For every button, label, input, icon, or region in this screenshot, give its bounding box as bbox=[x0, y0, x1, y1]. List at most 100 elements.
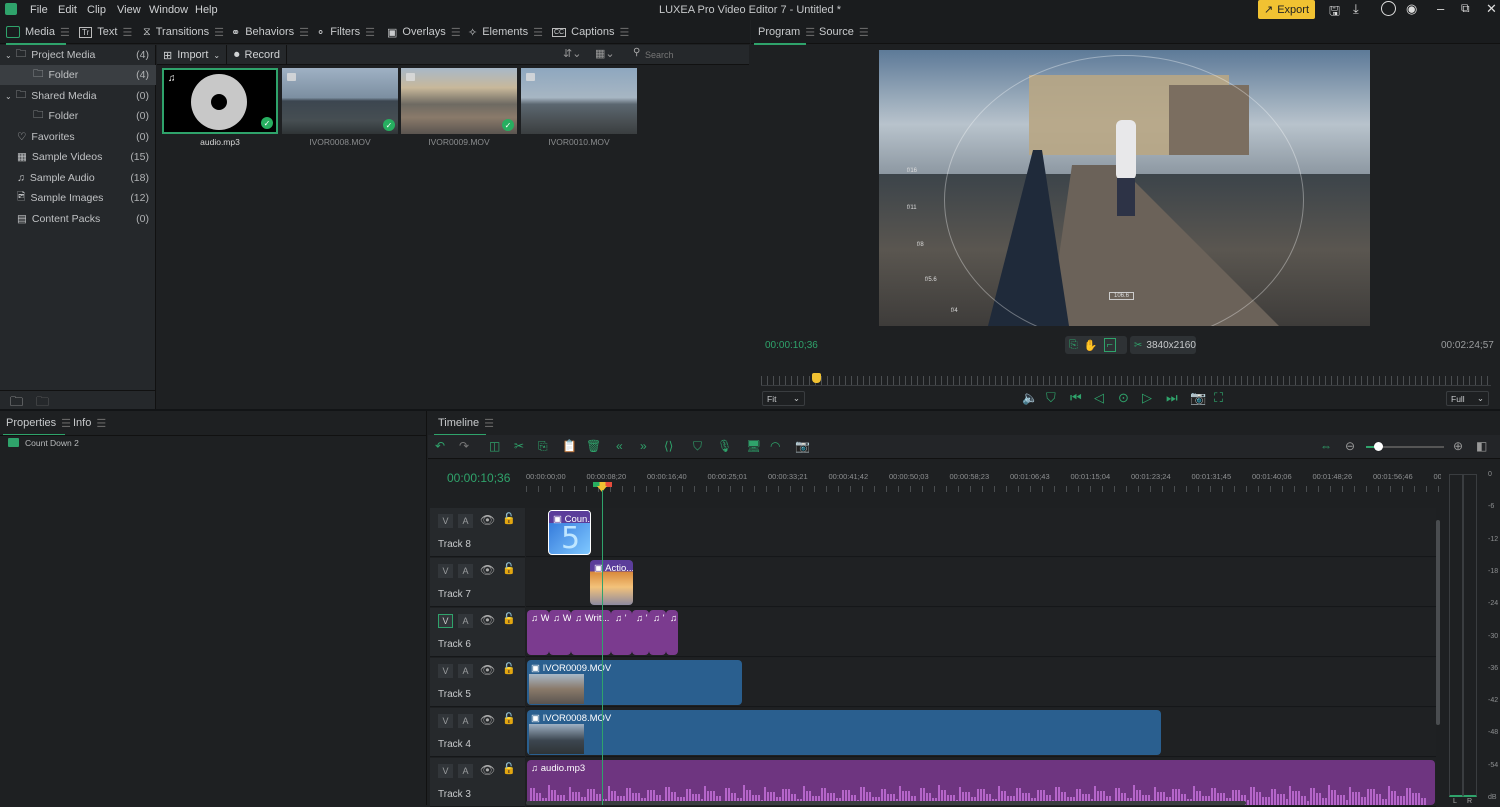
eye-icon[interactable]: 👁 bbox=[480, 663, 495, 677]
video-clip[interactable]: ▣ IVOR0009.MOV bbox=[527, 660, 742, 705]
audio-clip[interactable]: ♫ ' bbox=[632, 610, 649, 655]
media-thumb-ivor0009[interactable]: ✓ bbox=[401, 68, 517, 134]
chevron-down-icon[interactable]: ⌄ bbox=[5, 92, 12, 101]
library-item-sample-images[interactable]: 🖻 Sample Images (12) bbox=[0, 188, 156, 208]
overlay-clip[interactable]: ▣ Actio... bbox=[590, 560, 633, 605]
trim-end-icon[interactable]: » bbox=[640, 439, 656, 455]
video-toggle-button[interactable]: V bbox=[438, 714, 453, 728]
lock-icon[interactable]: 🔓 bbox=[502, 612, 516, 625]
library-item-sample-audio[interactable]: ♫ Sample Audio (18) bbox=[0, 168, 156, 188]
library-item-favorites[interactable]: ♡ Favorites (0) bbox=[0, 127, 156, 147]
play-icon[interactable]: ⊙ bbox=[1118, 390, 1129, 406]
audio-toggle-button[interactable]: A bbox=[458, 764, 473, 778]
eye-icon[interactable]: 👁 bbox=[480, 513, 495, 527]
snap-icon[interactable]: ⎘ bbox=[1069, 339, 1078, 352]
video-clip[interactable]: ▣ IVOR0008.MOV bbox=[527, 710, 1161, 755]
tab-filters[interactable]: ⚬ Filters ☰ bbox=[316, 20, 375, 44]
eye-icon[interactable]: 👁 bbox=[480, 613, 495, 627]
delete-icon[interactable]: 🗑 bbox=[586, 439, 602, 455]
tab-info[interactable]: Info ☰ bbox=[73, 411, 106, 435]
tab-program[interactable]: Program ☰ bbox=[754, 20, 815, 45]
screen-record-icon[interactable]: 🖥 bbox=[746, 439, 762, 455]
search-input[interactable] bbox=[645, 47, 745, 62]
hand-icon[interactable]: ✋ bbox=[1084, 339, 1098, 352]
menu-file[interactable]: File bbox=[30, 4, 48, 16]
tab-properties[interactable]: Properties ☰ bbox=[3, 411, 71, 436]
menu-icon[interactable]: ☰ bbox=[214, 26, 224, 39]
chevron-down-icon[interactable]: ⌄ bbox=[5, 51, 12, 60]
marker-icon[interactable]: ⛉ bbox=[1046, 390, 1056, 406]
zoom-in-icon[interactable]: ⊕ bbox=[1453, 439, 1469, 455]
video-toggle-button[interactable]: V bbox=[438, 764, 453, 778]
lock-icon[interactable]: 🔓 bbox=[502, 512, 516, 525]
lock-icon[interactable]: 🔓 bbox=[502, 762, 516, 775]
copy-icon[interactable]: ⎘ bbox=[538, 439, 554, 455]
tab-timeline[interactable]: Timeline ☰ bbox=[434, 411, 494, 436]
eye-icon[interactable]: 👁 bbox=[480, 763, 495, 777]
speed-icon[interactable]: ◠ bbox=[770, 439, 786, 455]
record-button[interactable]: ⏺ Record bbox=[228, 45, 287, 65]
sort-icon[interactable]: ⇵⌄ bbox=[563, 47, 581, 60]
undo-icon[interactable]: ↶ bbox=[435, 439, 451, 455]
trim-start-icon[interactable]: « bbox=[616, 439, 632, 455]
audio-clip[interactable]: ♫ bbox=[666, 610, 678, 655]
tab-transitions[interactable]: ⧖ Transitions ☰ bbox=[143, 20, 224, 44]
eye-icon[interactable]: 👁 bbox=[480, 713, 495, 727]
export-button[interactable]: ↗ Export bbox=[1258, 0, 1315, 19]
minimize-icon[interactable]: – bbox=[1437, 1, 1444, 16]
audio-toggle-button[interactable]: A bbox=[458, 564, 473, 578]
video-toggle-button[interactable]: V bbox=[438, 614, 453, 628]
library-item-shared-media[interactable]: ⌄ 🗀 Shared Media (0) bbox=[0, 86, 156, 106]
split-icon[interactable]: ◫ bbox=[489, 439, 505, 455]
cut-icon[interactable]: ✂ bbox=[514, 439, 530, 455]
audio-clip[interactable]: ♫ ' bbox=[649, 610, 666, 655]
close-icon[interactable]: ✕ bbox=[1486, 1, 1497, 17]
ripple-icon[interactable]: ⟨⟩ bbox=[664, 439, 680, 455]
menu-icon[interactable]: ☰ bbox=[484, 417, 494, 430]
audio-toggle-button[interactable]: A bbox=[458, 714, 473, 728]
lock-icon[interactable]: 🔓 bbox=[502, 662, 516, 675]
freeze-frame-icon[interactable]: 📷 bbox=[795, 439, 811, 455]
video-toggle-button[interactable]: V bbox=[438, 564, 453, 578]
menu-edit[interactable]: Edit bbox=[58, 4, 77, 16]
zoom-out-icon[interactable]: ⊖ bbox=[1345, 439, 1361, 455]
step-forward-icon[interactable]: ▷ bbox=[1142, 390, 1152, 406]
horizontal-scrollbar[interactable] bbox=[526, 801, 1246, 805]
tab-source[interactable]: Source ☰ bbox=[819, 20, 869, 44]
menu-icon[interactable]: ☰ bbox=[805, 26, 815, 39]
program-video-frame[interactable]: f/16 f/11 f/8 f/5.6 f/4 106.6 bbox=[879, 50, 1370, 326]
fit-timeline-icon[interactable]: ⇔ bbox=[1320, 439, 1336, 455]
menu-icon[interactable]: ☰ bbox=[620, 26, 630, 39]
menu-icon[interactable]: ☰ bbox=[122, 26, 132, 39]
snapshot-icon[interactable]: 📷 bbox=[1190, 390, 1206, 406]
tab-media[interactable]: Media ☰ bbox=[6, 20, 70, 45]
zoom-slider-knob[interactable] bbox=[1373, 442, 1383, 451]
track-lane[interactable] bbox=[526, 558, 1436, 607]
library-item-folder[interactable]: 🗀 Folder (4) bbox=[0, 65, 156, 85]
media-thumb-audio[interactable]: ♫ ✓ bbox=[162, 68, 278, 134]
tab-text[interactable]: Tr Text ☰ bbox=[79, 20, 132, 44]
audio-clip[interactable]: ♫ ' bbox=[611, 610, 632, 655]
quality-select[interactable]: Full ⌄ bbox=[1446, 391, 1489, 406]
lock-icon[interactable]: 🔓 bbox=[502, 712, 516, 725]
menu-icon[interactable]: ☰ bbox=[533, 26, 543, 39]
tab-behaviors[interactable]: ⚭ Behaviors ☰ bbox=[231, 20, 309, 44]
menu-icon[interactable]: ☰ bbox=[859, 26, 869, 39]
microphone-icon[interactable]: 🎙 bbox=[717, 439, 733, 455]
library-item-sample-videos[interactable]: ▦ Sample Videos (15) bbox=[0, 147, 156, 167]
crop-icon[interactable]: ⌐ bbox=[1103, 338, 1116, 352]
audio-toggle-button[interactable]: A bbox=[458, 664, 473, 678]
marker-icon[interactable]: ⛉ bbox=[693, 439, 709, 455]
fit-select[interactable]: Fit ⌄ bbox=[762, 391, 805, 406]
audio-clip[interactable]: ♫ W bbox=[549, 610, 571, 655]
media-thumb-ivor0008[interactable]: ✓ bbox=[282, 68, 398, 134]
video-toggle-button[interactable]: V bbox=[438, 664, 453, 678]
import-button[interactable]: ⊞ Import ⌄ bbox=[157, 45, 228, 65]
download-icon[interactable]: ⤓ bbox=[1353, 1, 1359, 17]
resolution-button[interactable]: ✂ 3840x2160 bbox=[1130, 336, 1196, 354]
skip-start-icon[interactable]: ⏮ bbox=[1070, 390, 1082, 406]
menu-icon[interactable]: ☰ bbox=[365, 26, 375, 39]
tab-elements[interactable]: ✧ Elements ☰ bbox=[468, 20, 543, 44]
audio-clip[interactable]: ♫ Writ... bbox=[571, 610, 611, 655]
panel-toggle-icon[interactable]: ◧ bbox=[1476, 439, 1492, 455]
